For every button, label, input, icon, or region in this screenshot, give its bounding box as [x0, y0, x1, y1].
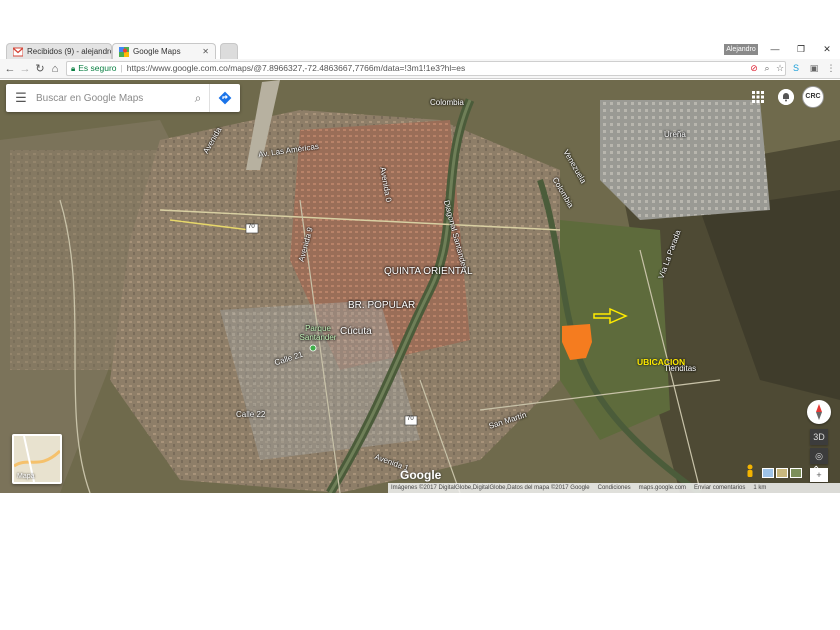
layer-thumb[interactable]	[762, 468, 774, 478]
search-box: ☰ Buscar en Google Maps ⌕	[6, 84, 240, 112]
map-label: Cúcuta	[340, 326, 372, 337]
map-type-toggle[interactable]: Mapa	[12, 434, 62, 484]
google-logo: Google	[400, 468, 442, 482]
map-footer: Imágenes ©2017 DigitalGlobe,DigitalGlobe…	[388, 483, 840, 493]
tab-label: Google Maps	[133, 47, 181, 56]
divider: |	[120, 63, 123, 73]
directions-button[interactable]	[209, 84, 240, 112]
map-label: Colombia	[430, 98, 464, 107]
layer-thumb[interactable]	[776, 468, 788, 478]
pegman-icon[interactable]	[746, 464, 754, 480]
back-arrow-icon[interactable]: ←	[3, 62, 17, 76]
tab-label: Recibidos (9) - alejandro	[27, 47, 112, 56]
apps-grid-icon[interactable]	[752, 91, 764, 103]
route-shield-label: 70	[407, 416, 414, 422]
hamburger-menu-icon[interactable]: ☰	[6, 90, 36, 106]
home-icon[interactable]: ⌂	[48, 62, 62, 76]
google-maps-icon	[119, 46, 129, 57]
map-type-label: Mapa	[17, 473, 35, 480]
search-input[interactable]: Buscar en Google Maps	[36, 93, 187, 104]
tab-gmail[interactable]: Recibidos (9) - alejandro ✕	[6, 43, 112, 59]
window-close-icon[interactable]: ✕	[818, 44, 836, 55]
route-shield-label: 70	[248, 224, 255, 230]
blocked-icon[interactable]: ⊘	[748, 62, 760, 74]
new-tab-button[interactable]	[220, 43, 238, 59]
address-bar[interactable]: 🔒︎ Es seguro | https://www.google.com.co…	[66, 61, 786, 76]
map-label: BR. POPULAR	[348, 300, 416, 311]
browser-toolbar: ← → ↻ ⌂ 🔒︎ Es seguro | https://www.googl…	[0, 59, 840, 79]
map-canvas[interactable]: Colombia Venezuela Colombia Ureña Av. La…	[0, 80, 840, 493]
site-link[interactable]: maps.google.com	[639, 483, 686, 493]
map-label: Parque Santander	[299, 324, 337, 342]
satellite-imagery	[0, 80, 840, 493]
imagery-credit: Imágenes ©2017 DigitalGlobe,DigitalGlobe…	[391, 485, 590, 491]
map-label: Ureña	[664, 130, 686, 139]
layer-thumb[interactable]	[790, 468, 802, 478]
lock-icon: 🔒︎	[71, 64, 76, 73]
imagery-thumbnails[interactable]	[762, 468, 802, 478]
tab-strip: Recibidos (9) - alejandro ✕ Google Maps …	[0, 41, 840, 59]
maximize-icon[interactable]: ❐	[792, 44, 810, 55]
notifications-icon[interactable]	[778, 89, 794, 105]
tab-google-maps[interactable]: Google Maps ✕	[112, 43, 216, 59]
expand-chevron-icon[interactable]: ⌃	[812, 465, 820, 476]
url-text: https://www.google.com.co/maps/@7.896632…	[126, 63, 466, 73]
compass-needle	[816, 404, 822, 420]
rotate-icon[interactable]: ◎	[810, 448, 828, 464]
skype-icon[interactable]: S	[790, 62, 802, 74]
search-icon[interactable]: ⌕	[187, 91, 209, 106]
forward-arrow-icon[interactable]: →	[18, 62, 32, 76]
zoom-icon[interactable]: ⌕	[761, 62, 773, 74]
secure-label: Es seguro	[78, 63, 117, 73]
map-label: Calle 22	[236, 410, 266, 419]
reload-icon[interactable]: ↻	[33, 62, 47, 76]
directions-icon	[218, 91, 232, 105]
minimize-icon[interactable]: —	[766, 44, 784, 54]
scale-bar[interactable]: 1 km	[753, 483, 766, 493]
3d-button[interactable]: 3D	[810, 429, 828, 445]
compass-icon[interactable]	[807, 400, 831, 424]
avatar[interactable]: CRC	[802, 86, 824, 108]
star-icon[interactable]: ☆	[774, 62, 786, 74]
ubicacion-label: UBICACION	[637, 357, 686, 367]
profile-chip[interactable]: Alejandro	[724, 44, 758, 55]
close-icon[interactable]: ✕	[198, 47, 209, 56]
kebab-menu-icon[interactable]: ⋮	[825, 62, 837, 74]
terms-link[interactable]: Condiciones	[598, 483, 631, 493]
feedback-link[interactable]: Enviar comentarios	[694, 483, 745, 493]
extension-icon[interactable]: ▣	[808, 62, 820, 74]
gmail-icon	[13, 47, 23, 56]
browser-window: Recibidos (9) - alejandro ✕ Google Maps …	[0, 41, 840, 493]
